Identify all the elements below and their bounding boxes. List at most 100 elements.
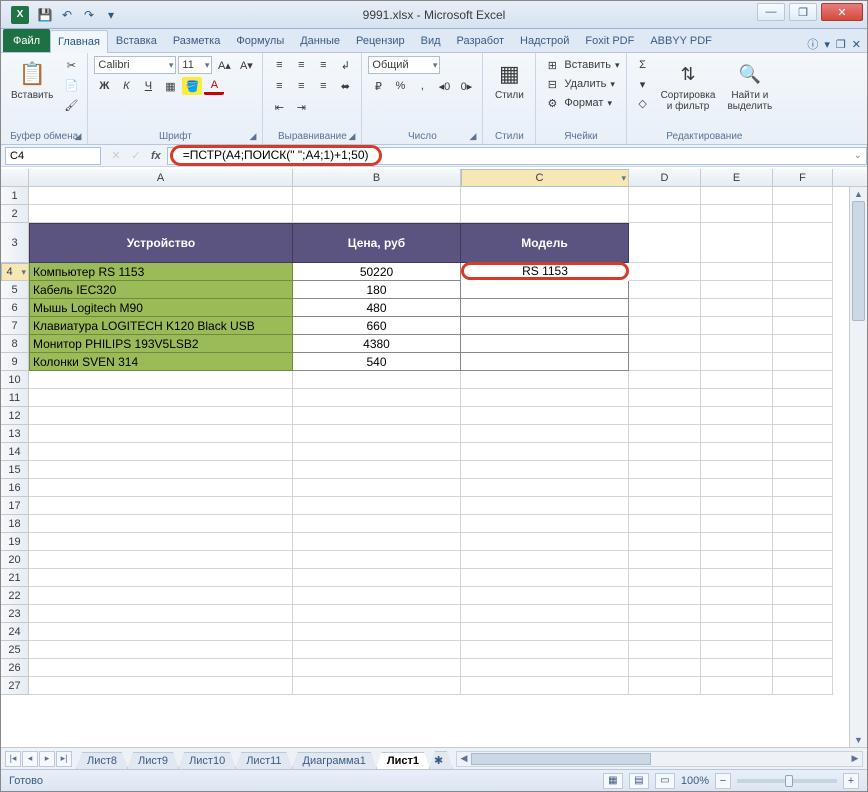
cell[interactable]	[29, 641, 293, 659]
cell[interactable]	[461, 479, 629, 497]
decrease-decimal-button[interactable]: 0▸	[456, 77, 476, 95]
sheet-tab[interactable]: Лист10	[178, 752, 236, 769]
cell[interactable]	[701, 479, 773, 497]
vertical-scrollbar[interactable]: ▲ ▼	[849, 187, 867, 747]
cell[interactable]	[773, 623, 833, 641]
cell[interactable]	[773, 443, 833, 461]
cell[interactable]	[629, 569, 701, 587]
dialog-launcher-icon[interactable]: ◢	[249, 131, 256, 142]
insert-cell-button[interactable]: ⊞Вставить▾	[542, 56, 619, 74]
cell[interactable]	[773, 605, 833, 623]
underline-button[interactable]: Ч	[138, 77, 158, 95]
cell[interactable]	[629, 515, 701, 533]
help-icon[interactable]: ⓘ	[807, 36, 818, 52]
cell[interactable]	[29, 205, 293, 223]
cell[interactable]	[461, 533, 629, 551]
cell[interactable]	[461, 299, 629, 317]
cell[interactable]	[629, 317, 701, 335]
cell[interactable]	[293, 515, 461, 533]
fill-color-button[interactable]: 🪣	[182, 77, 202, 95]
cell[interactable]	[773, 461, 833, 479]
row-header[interactable]: 18	[1, 515, 29, 533]
cell[interactable]	[701, 443, 773, 461]
tab-view[interactable]: Вид	[413, 29, 449, 52]
cell[interactable]	[461, 623, 629, 641]
cell[interactable]	[29, 659, 293, 677]
select-all-corner[interactable]	[1, 169, 29, 186]
view-normal-button[interactable]: ▦	[603, 773, 623, 789]
font-size-select[interactable]: 11	[178, 56, 212, 74]
scroll-right-icon[interactable]: ▶	[848, 752, 862, 766]
cell[interactable]	[629, 479, 701, 497]
cell[interactable]	[629, 425, 701, 443]
cell[interactable]: 4380	[293, 335, 461, 353]
align-bottom-button[interactable]: ≡	[313, 56, 333, 74]
cell[interactable]: 180	[293, 281, 461, 299]
cell[interactable]	[461, 389, 629, 407]
col-header-d[interactable]: D	[629, 169, 701, 186]
currency-button[interactable]: ₽	[368, 77, 388, 95]
cell[interactable]	[461, 443, 629, 461]
zoom-slider-thumb[interactable]	[785, 775, 793, 787]
cell[interactable]: Монитор PHILIPS 193V5LSB2	[29, 335, 293, 353]
cell[interactable]	[461, 569, 629, 587]
cell[interactable]	[293, 533, 461, 551]
cell[interactable]	[461, 335, 629, 353]
cell[interactable]	[29, 407, 293, 425]
ribbon-min-icon[interactable]: ▾	[824, 38, 830, 51]
cell[interactable]	[461, 497, 629, 515]
table-header[interactable]: Модель	[461, 223, 629, 263]
cell[interactable]	[293, 187, 461, 205]
cell[interactable]	[773, 677, 833, 695]
cell[interactable]	[293, 569, 461, 587]
cell[interactable]	[773, 407, 833, 425]
shrink-font-button[interactable]: A▾	[236, 56, 256, 74]
cell[interactable]	[629, 299, 701, 317]
format-painter-button[interactable]: 🖌	[61, 96, 81, 114]
cell[interactable]: Мышь Logitech M90	[29, 299, 293, 317]
cell[interactable]	[773, 263, 833, 281]
tab-data[interactable]: Данные	[292, 29, 348, 52]
qat-dropdown[interactable]: ▾	[101, 5, 121, 25]
insert-function-button[interactable]: fx	[151, 150, 167, 162]
cell[interactable]	[629, 659, 701, 677]
cell[interactable]	[293, 497, 461, 515]
cell[interactable]	[629, 281, 701, 299]
cell[interactable]	[29, 605, 293, 623]
row-header[interactable]: 8	[1, 335, 29, 353]
row-header[interactable]: 20	[1, 551, 29, 569]
zoom-level[interactable]: 100%	[681, 775, 709, 787]
row-header[interactable]: 7	[1, 317, 29, 335]
cell[interactable]	[293, 659, 461, 677]
cell[interactable]	[29, 623, 293, 641]
cell[interactable]	[293, 587, 461, 605]
fill-button[interactable]: ▾	[633, 75, 653, 93]
cell[interactable]	[701, 677, 773, 695]
cell[interactable]	[773, 569, 833, 587]
scroll-thumb[interactable]	[471, 753, 651, 765]
cell[interactable]: Колонки SVEN 314	[29, 353, 293, 371]
cell[interactable]	[701, 623, 773, 641]
cell[interactable]	[293, 389, 461, 407]
cell[interactable]	[461, 187, 629, 205]
cell[interactable]	[629, 587, 701, 605]
cell[interactable]	[29, 587, 293, 605]
delete-cell-button[interactable]: ⊟Удалить▾	[542, 75, 619, 93]
increase-decimal-button[interactable]: ◂0	[434, 77, 454, 95]
increase-indent-button[interactable]: ⇥	[291, 98, 311, 116]
tab-home[interactable]: Главная	[50, 30, 108, 53]
name-box[interactable]: C4	[5, 147, 101, 165]
cell[interactable]	[293, 371, 461, 389]
cell[interactable]: 50220	[293, 263, 461, 281]
copy-button[interactable]: 📄	[61, 76, 81, 94]
paste-button[interactable]: 📋 Вставить	[7, 56, 57, 103]
cell[interactable]	[29, 389, 293, 407]
col-header-b[interactable]: B	[293, 169, 461, 186]
cell-highlight[interactable]: RS 1153	[461, 262, 629, 280]
cell[interactable]	[293, 641, 461, 659]
cell[interactable]	[701, 353, 773, 371]
zoom-slider[interactable]	[737, 779, 837, 783]
cell[interactable]	[701, 335, 773, 353]
cell[interactable]	[701, 187, 773, 205]
cell[interactable]	[29, 371, 293, 389]
